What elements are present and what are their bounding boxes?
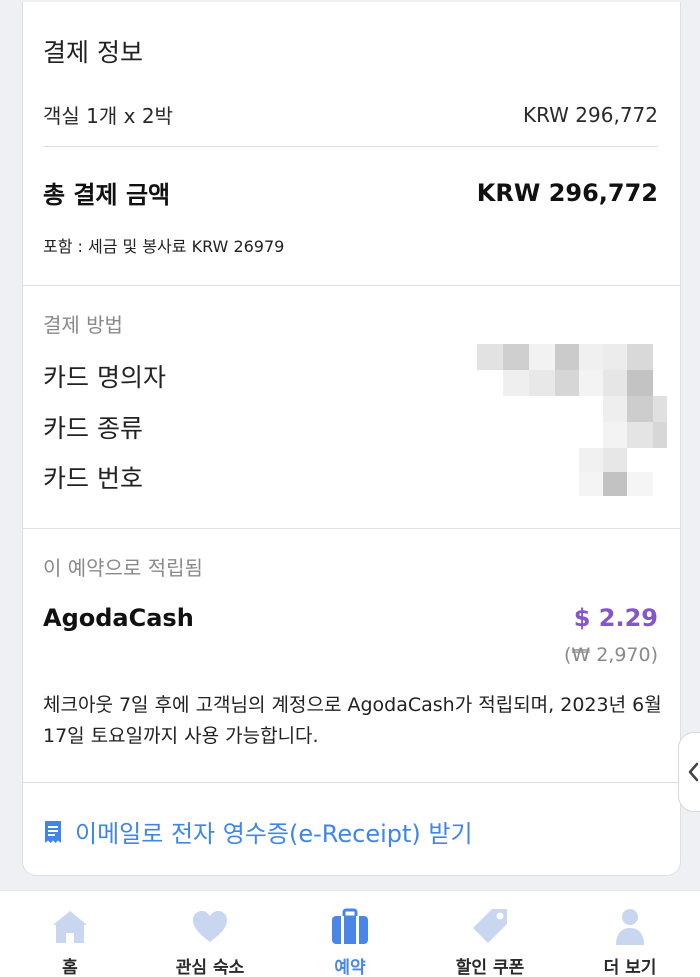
divider xyxy=(43,146,658,147)
nav-label-favorites: 관심 숙소 xyxy=(175,958,245,977)
nav-item-home[interactable]: 홈 xyxy=(0,891,140,977)
nav-item-bookings[interactable]: 예약 xyxy=(280,891,420,977)
tag-icon xyxy=(473,909,507,943)
room-line-label: 객실 1개 x 2박 xyxy=(43,104,173,128)
nav-item-more[interactable]: 더 보기 xyxy=(560,891,700,977)
nav-label-coupons: 할인 쿠폰 xyxy=(455,958,525,977)
total-label: 총 결제 금액 xyxy=(43,181,171,209)
nav-item-favorites[interactable]: 관심 숙소 xyxy=(140,891,280,977)
agodacash-amount: $ 2.29 xyxy=(573,604,658,632)
receipt-icon xyxy=(45,820,61,843)
room-line: 객실 1개 x 2박 KRW 296,772 xyxy=(43,100,658,129)
person-icon xyxy=(616,909,644,945)
email-receipt-link[interactable]: 이메일로 전자 영수증(e-Receipt) 받기 xyxy=(43,814,473,849)
bottom-nav: 홈 관심 숙소 예약 할인 쿠폰 더 보기 xyxy=(0,890,700,977)
payment-info-title: 결제 정보 xyxy=(43,38,143,67)
total-line: 총 결제 금액 KRW 296,772 xyxy=(43,175,658,210)
cardholder-label: 카드 명의자 xyxy=(43,363,166,392)
chevron-left-icon xyxy=(688,762,699,782)
room-line-amount: KRW 296,772 xyxy=(522,102,658,127)
nav-label-home: 홈 xyxy=(62,958,78,977)
section-divider xyxy=(23,528,680,529)
email-receipt-label: 이메일로 전자 영수증(e-Receipt) 받기 xyxy=(75,820,473,848)
home-icon xyxy=(53,911,87,943)
card-type-label: 카드 종류 xyxy=(43,414,143,443)
agodacash-krw: (₩ 2,970) xyxy=(563,644,658,666)
agodacash-note: 체크아웃 7일 후에 고객님의 계정으로 AgodaCash가 적립되며, 20… xyxy=(43,694,662,747)
payment-method-header: 결제 방법 xyxy=(43,313,123,337)
agodacash-label: AgodaCash xyxy=(43,604,194,632)
suitcase-icon xyxy=(332,908,368,944)
tax-note: 포함 : 세금 및 봉사료 KRW 26979 xyxy=(43,237,285,256)
section-divider xyxy=(23,782,680,783)
card-number-label: 카드 번호 xyxy=(43,464,143,493)
heart-icon xyxy=(193,911,227,942)
total-amount: KRW 296,772 xyxy=(476,178,658,207)
section-divider xyxy=(23,285,680,286)
side-collapse-tab[interactable] xyxy=(678,732,700,812)
nav-item-coupons[interactable]: 할인 쿠폰 xyxy=(420,891,560,977)
nav-label-bookings: 예약 xyxy=(334,958,366,977)
earnings-header: 이 예약으로 적립됨 xyxy=(43,556,203,580)
nav-label-more: 더 보기 xyxy=(603,958,657,977)
booking-detail-card: 결제 정보 객실 1개 x 2박 KRW 296,772 총 결제 금액 KRW… xyxy=(22,2,681,876)
